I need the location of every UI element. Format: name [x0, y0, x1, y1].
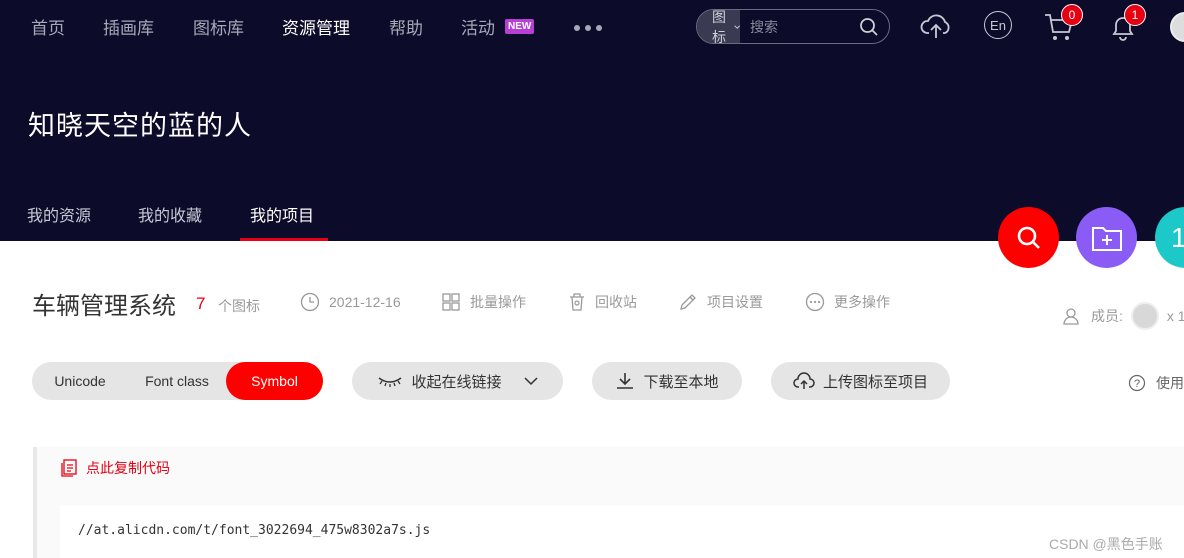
- members-icon: [1063, 308, 1079, 325]
- more-circle-icon: [805, 292, 825, 312]
- language-switch-icon[interactable]: En: [984, 11, 1012, 39]
- upload-icon-label: 上传图标至项目: [822, 373, 928, 391]
- batch-operation-label: 批量操作: [470, 294, 526, 310]
- project-date: 2021-12-16: [300, 292, 401, 312]
- tab-my-favorites[interactable]: 我的收藏: [138, 202, 202, 226]
- nav-item-help[interactable]: 帮助: [389, 14, 423, 39]
- code-mode-switch: Unicode Font class Symbol: [32, 362, 323, 400]
- batch-operation-button[interactable]: 批量操作: [441, 292, 526, 312]
- search-box: 图标: [696, 9, 890, 44]
- cart-count-badge: 0: [1061, 4, 1083, 26]
- project-name: 车辆管理系统: [32, 293, 176, 320]
- project-icon-count-unit: 个图标: [218, 298, 260, 314]
- upload-cloud-icon[interactable]: [920, 10, 952, 42]
- recycle-bin-button[interactable]: 回收站: [568, 292, 637, 312]
- download-local-button[interactable]: 下载至本地: [592, 362, 742, 400]
- mode-symbol[interactable]: Symbol: [226, 362, 323, 400]
- grid-icon: [442, 293, 460, 311]
- font-url-code[interactable]: //at.alicdn.com/t/font_3022694_475w8302a…: [78, 523, 430, 538]
- floating-search-button[interactable]: [998, 207, 1059, 268]
- nav-item-activities[interactable]: 活动: [461, 14, 495, 39]
- page-title: 知晓天空的蓝的人: [28, 111, 252, 141]
- search-type-select[interactable]: 图标: [697, 10, 740, 43]
- pencil-icon: [680, 294, 696, 310]
- project-icon-count: 7: [196, 294, 206, 313]
- svg-text:?: ?: [1134, 378, 1140, 390]
- tab-my-resources[interactable]: 我的资源: [27, 202, 91, 226]
- user-avatar[interactable]: [1170, 12, 1184, 42]
- mode-font-class[interactable]: Font class: [128, 362, 226, 400]
- nav-item-home[interactable]: 首页: [31, 14, 65, 39]
- main-nav: 首页 插画库 图标库 资源管理 帮助 活动 NEW 图标 En 0 1: [0, 0, 1184, 52]
- chevron-down-icon: [523, 377, 538, 386]
- collapse-online-link-label: 收起在线链接: [411, 373, 502, 391]
- upload-icon-button[interactable]: 上传图标至项目: [771, 362, 950, 400]
- nav-item-resource-management[interactable]: 资源管理: [282, 14, 350, 39]
- nav-item-icon-library[interactable]: 图标库: [193, 14, 244, 39]
- more-dots-icon[interactable]: [574, 25, 602, 31]
- help-label: 使用帮助: [1156, 375, 1184, 391]
- member-avatar[interactable]: [1130, 302, 1159, 330]
- project-settings-label: 项目设置: [707, 294, 763, 310]
- notification-count-badge: 1: [1124, 4, 1146, 26]
- more-operations-button[interactable]: 更多操作: [805, 292, 890, 312]
- project-date-text: 2021-12-16: [329, 294, 401, 310]
- upload-cloud-icon: [793, 372, 815, 389]
- members-label: 成员:: [1091, 308, 1123, 324]
- download-local-label: 下载至本地: [643, 373, 719, 391]
- folder-add-icon: [1091, 226, 1122, 251]
- top-header: 首页 插画库 图标库 资源管理 帮助 活动 NEW 图标 En 0 1 知晓天空…: [0, 0, 1184, 241]
- trash-icon: [570, 293, 584, 311]
- collapse-online-link-button[interactable]: 收起在线链接: [352, 362, 563, 400]
- project-members: 成员: x 1: [1063, 302, 1184, 330]
- copy-code-button[interactable]: 点此复制代码: [60, 458, 170, 478]
- mode-unicode[interactable]: Unicode: [32, 362, 128, 400]
- question-circle-icon: ?: [1128, 374, 1146, 392]
- new-badge: NEW: [505, 19, 535, 34]
- watermark: CSDN @黑色手账: [1049, 536, 1163, 552]
- copy-code-label: 点此复制代码: [86, 460, 170, 476]
- search-type-label: 图标: [712, 9, 726, 44]
- project-settings-button[interactable]: 项目设置: [678, 292, 763, 312]
- tab-my-projects[interactable]: 我的项目: [250, 202, 314, 226]
- more-operations-label: 更多操作: [834, 294, 890, 310]
- eye-closed-icon: [379, 377, 402, 387]
- copy-document-icon: [61, 459, 77, 477]
- nav-item-illustrations[interactable]: 插画库: [103, 14, 154, 39]
- search-icon: [1017, 226, 1040, 249]
- help-link[interactable]: ? 使用帮助: [1128, 373, 1184, 393]
- floating-new-folder-button[interactable]: [1076, 207, 1137, 268]
- recycle-bin-label: 回收站: [595, 294, 637, 310]
- clock-icon: [300, 292, 320, 312]
- active-tab-indicator: [240, 238, 328, 241]
- search-icon[interactable]: [859, 17, 879, 37]
- members-extra: x 1: [1166, 308, 1184, 324]
- download-icon: [617, 373, 634, 389]
